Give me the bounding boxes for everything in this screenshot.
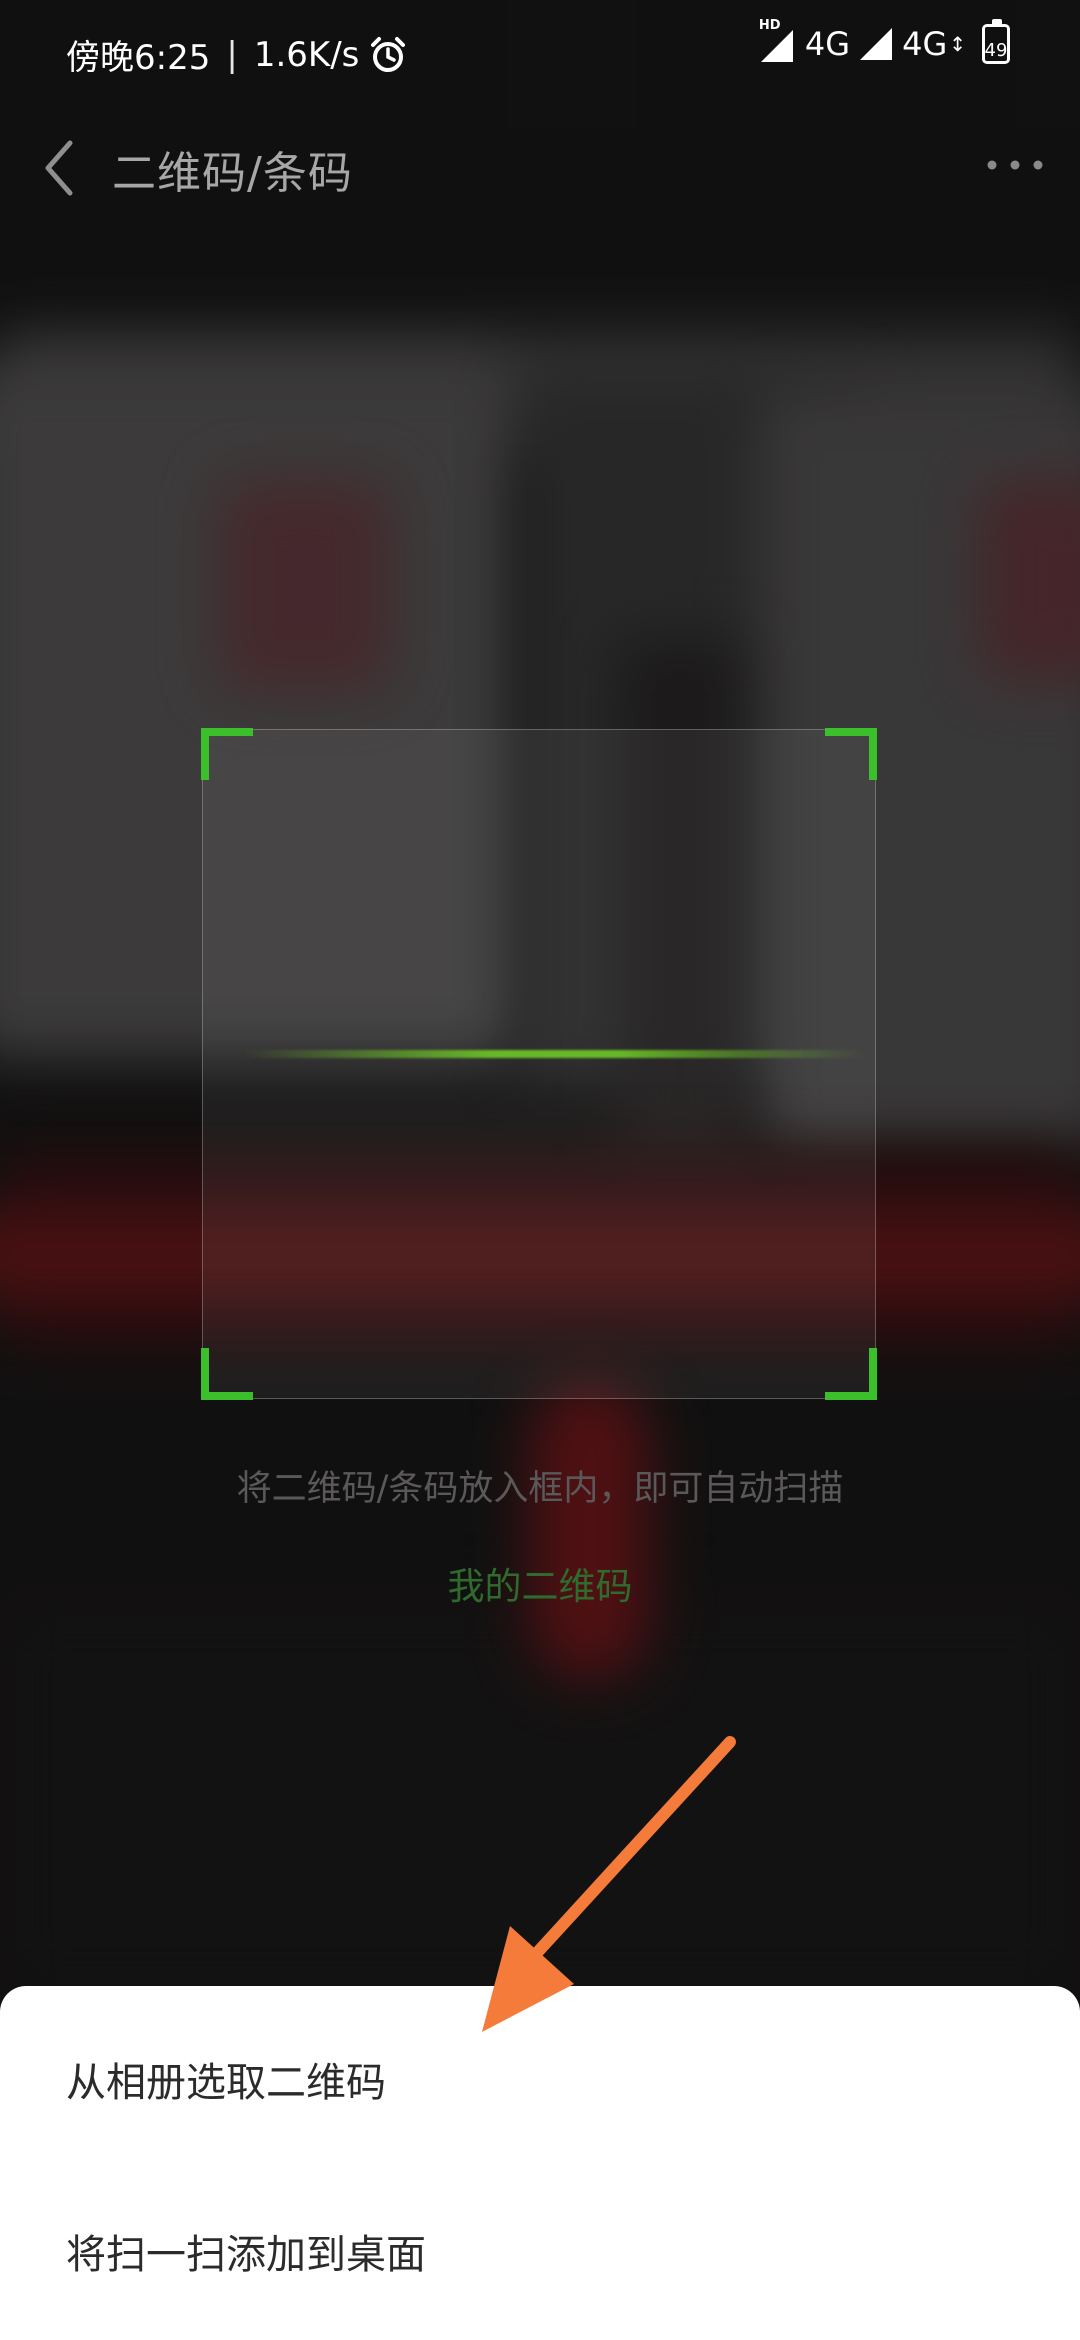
my-qr-code-link[interactable]: 我的二维码 — [0, 1556, 1080, 1610]
network-speed: 1.6K/s — [253, 34, 360, 75]
hd-signal-icon: HD — [759, 18, 797, 64]
bottom-sheet: 从相册选取二维码 将扫一扫添加到桌面 — [0, 1986, 1080, 2340]
scan-hint: 将二维码/条码放入框内，即可自动扫描 — [236, 1469, 844, 1509]
choose-qr-from-album-option[interactable]: 从相册选取二维码 — [66, 2050, 386, 2108]
more-options-icon[interactable] — [980, 145, 1050, 185]
header: 二维码/条码 — [0, 105, 1080, 225]
scan-corner-bottom-right — [825, 1348, 877, 1400]
signal-icon — [860, 28, 893, 60]
status-bar: 傍晚6:25 | 1.6K/s HD 4G 4G ↕ 49 — [0, 0, 1080, 105]
scan-line — [243, 1050, 865, 1058]
scan-frame — [201, 728, 877, 1400]
scan-corner-top-left — [201, 728, 253, 780]
status-time: 傍晚6:25 — [66, 38, 211, 78]
data-arrows-icon: ↕ — [949, 32, 966, 56]
network-type-1: 4G — [804, 25, 851, 63]
page-title: 二维码/条码 — [112, 148, 353, 199]
alarm-icon — [371, 36, 406, 72]
battery-icon: 49 — [982, 19, 1010, 64]
scan-corner-bottom-left — [201, 1348, 253, 1400]
back-arrow-icon[interactable] — [30, 133, 90, 203]
scan-corner-top-right — [825, 728, 877, 780]
status-separator: | — [226, 34, 238, 75]
add-scan-to-desktop-option[interactable]: 将扫一扫添加到桌面 — [66, 2222, 426, 2280]
network-type-2: 4G — [902, 25, 948, 63]
